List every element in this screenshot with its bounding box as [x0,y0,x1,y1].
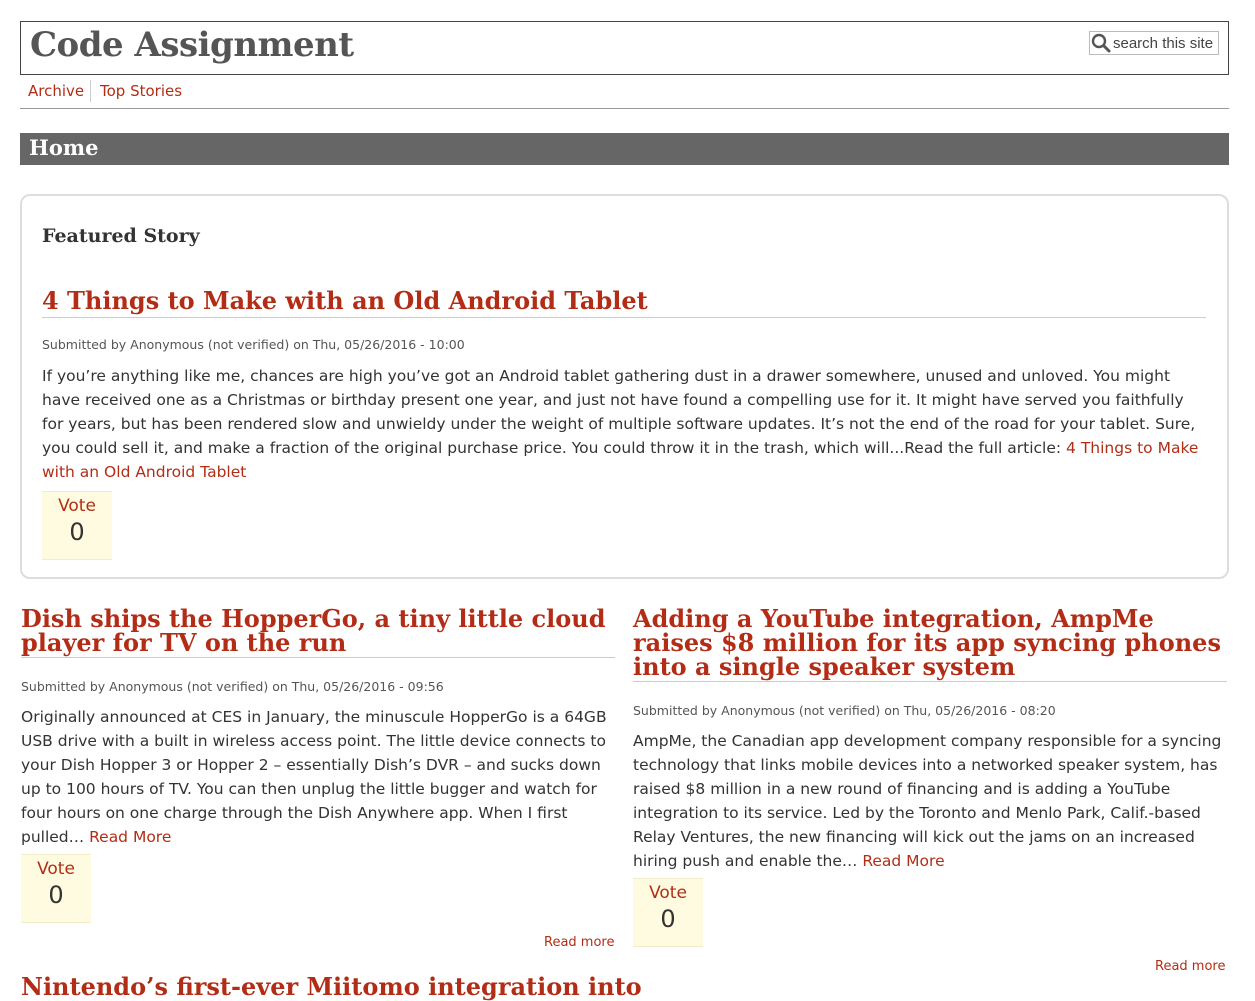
vote-button[interactable]: Vote [633,883,703,903]
featured-story: Featured Story 4 Things to Make with an … [20,194,1229,579]
nav-divider [90,80,91,102]
story-title: Dish ships the HopperGo, a tiny little c… [21,607,615,658]
page-title-bar: Home [20,133,1229,165]
story-title-link[interactable]: Adding a YouTube integration, AmpMe rais… [633,604,1221,681]
featured-story-text: If you’re anything like me, chances are … [42,367,1196,457]
story-title-link[interactable]: Nintendo’s first-ever Miitomo integratio… [21,972,642,1001]
vote-button[interactable]: Vote [21,859,91,879]
vote-widget[interactable]: Vote 0 [21,854,91,923]
story-text: Originally announced at CES in January, … [21,708,607,846]
read-more-inline-link[interactable]: Read More [862,852,944,870]
featured-story-body: If you’re anything like me, chances are … [42,364,1208,484]
story-meta: Submitted by Anonymous (not verified) on… [21,679,444,694]
vote-count: 0 [69,518,85,546]
read-more-link[interactable]: Read more [1155,959,1225,974]
featured-story-title: 4 Things to Make with an Old Android Tab… [42,286,1206,318]
search-icon [1091,33,1111,53]
search-input[interactable] [1112,34,1217,52]
featured-section-label: Featured Story [42,225,200,247]
site-header: Code Assignment [20,21,1229,75]
featured-story-meta: Submitted by Anonymous (not verified) on… [42,337,465,352]
story-meta: Submitted by Anonymous (not verified) on… [633,703,1056,718]
nav-item-top-stories[interactable]: Top Stories [100,82,182,100]
page-title: Home [29,135,99,160]
story-body: Originally announced at CES in January, … [21,705,617,849]
main-nav: Archive Top Stories [20,79,1229,109]
story-title: Nintendo’s first-ever Miitomo integratio… [21,975,642,999]
read-more-link[interactable]: Read more [544,935,614,950]
search-box[interactable] [1089,31,1219,55]
featured-story-title-link[interactable]: 4 Things to Make with an Old Android Tab… [42,286,648,315]
vote-count: 0 [48,881,64,909]
vote-widget[interactable]: Vote 0 [42,491,112,560]
story-body: AmpMe, the Canadian app development comp… [633,729,1229,873]
read-more-inline-link[interactable]: Read More [89,828,171,846]
vote-widget[interactable]: Vote 0 [633,878,703,947]
story-text: AmpMe, the Canadian app development comp… [633,732,1222,870]
story-title: Adding a YouTube integration, AmpMe rais… [633,607,1227,682]
nav-item-archive[interactable]: Archive [28,82,84,100]
site-title[interactable]: Code Assignment [30,25,354,65]
vote-count: 0 [660,905,676,933]
story-title-link[interactable]: Dish ships the HopperGo, a tiny little c… [21,604,605,657]
vote-button[interactable]: Vote [42,496,112,516]
